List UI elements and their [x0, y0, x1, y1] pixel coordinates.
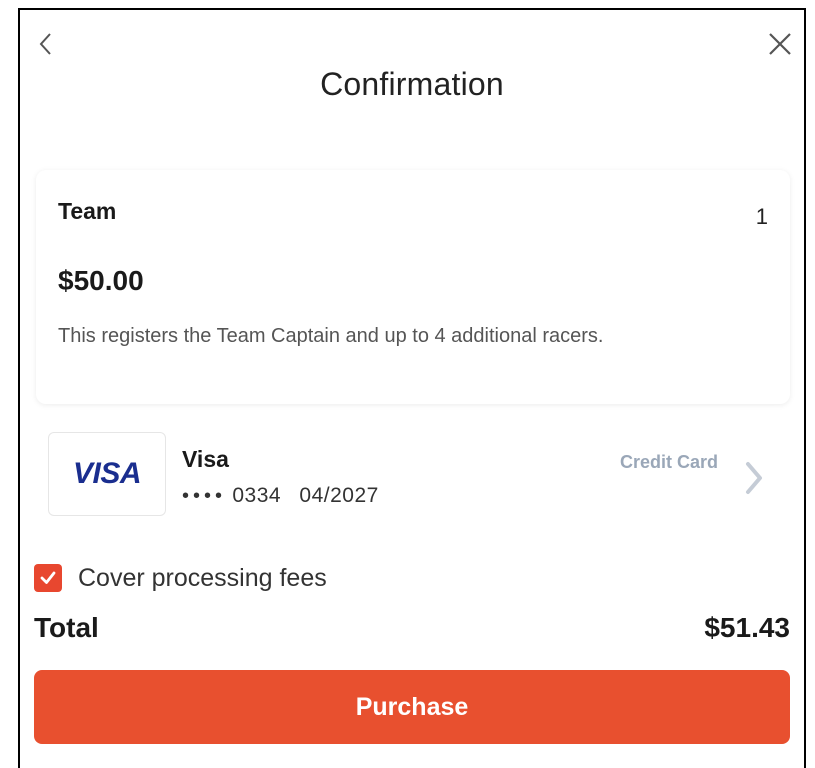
payment-method-row[interactable]: VISA Visa •••• 0334 04/2027 Credit Card	[36, 430, 790, 526]
chevron-left-icon	[39, 33, 51, 55]
card-brand: Visa	[182, 446, 229, 472]
total-value: $51.43	[704, 612, 790, 643]
purchase-button[interactable]: Purchase	[34, 670, 790, 744]
card-expiry: 04/2027	[299, 484, 379, 507]
total-label: Total	[34, 612, 99, 643]
page-title: Confirmation	[320, 66, 504, 102]
back-button[interactable]	[36, 28, 58, 60]
item-description: This registers the Team Captain and up t…	[58, 325, 604, 347]
close-icon	[769, 33, 791, 55]
checkmark-icon	[40, 571, 56, 584]
item-name: Team	[58, 198, 117, 224]
confirmation-dialog: Confirmation Team 1 $50.00 This register…	[18, 8, 806, 768]
card-masked-dots: ••••	[182, 485, 227, 507]
cover-fees-checkbox[interactable]	[34, 564, 62, 592]
close-button[interactable]	[764, 28, 796, 60]
card-last4: 0334	[232, 484, 282, 507]
cover-fees-option[interactable]: Cover processing fees	[34, 560, 327, 596]
chevron-right-icon	[746, 462, 762, 494]
visa-logo-text: VISA	[72, 457, 142, 490]
item-price: $50.00	[58, 265, 144, 296]
visa-logo: VISA	[48, 432, 166, 516]
card-details: •••• 0334 04/2027	[182, 484, 379, 508]
ticket-item-card: Team 1 $50.00 This registers the Team Ca…	[36, 170, 790, 404]
cover-fees-label: Cover processing fees	[78, 563, 327, 592]
item-quantity: 1	[755, 204, 768, 229]
card-type-label: Credit Card	[619, 452, 718, 472]
